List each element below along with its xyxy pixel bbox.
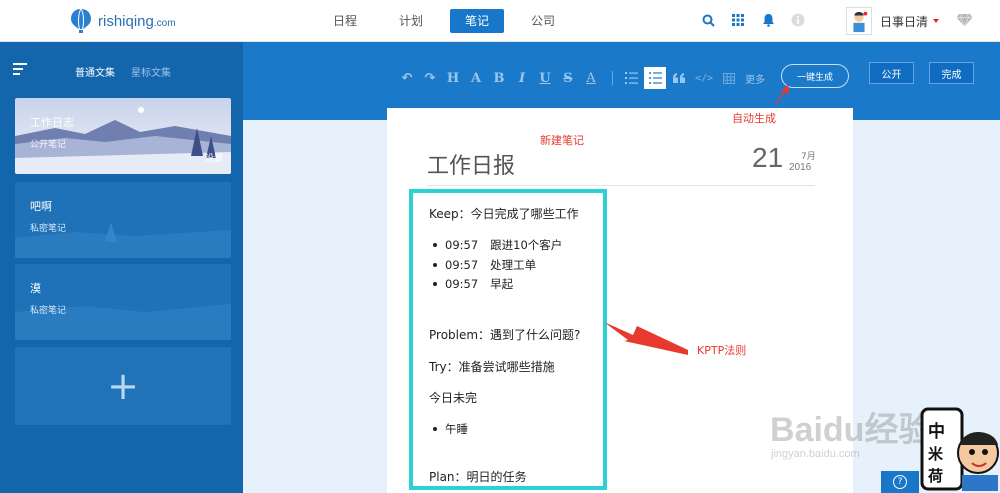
- svg-text:米: 米: [928, 445, 944, 463]
- arrow-to-body: [604, 322, 688, 355]
- svg-text:荷: 荷: [928, 467, 943, 485]
- help-button[interactable]: ?: [881, 471, 919, 493]
- question-icon: ?: [893, 475, 907, 489]
- arrowhead-icon: [781, 84, 789, 94]
- watermark-url: jingyan.baidu.com: [771, 448, 860, 460]
- watermark-brand: Baidu经验: [770, 411, 933, 449]
- mascot-sticker-icon: 中 米 荷: [920, 407, 999, 491]
- svg-text:中: 中: [928, 421, 945, 442]
